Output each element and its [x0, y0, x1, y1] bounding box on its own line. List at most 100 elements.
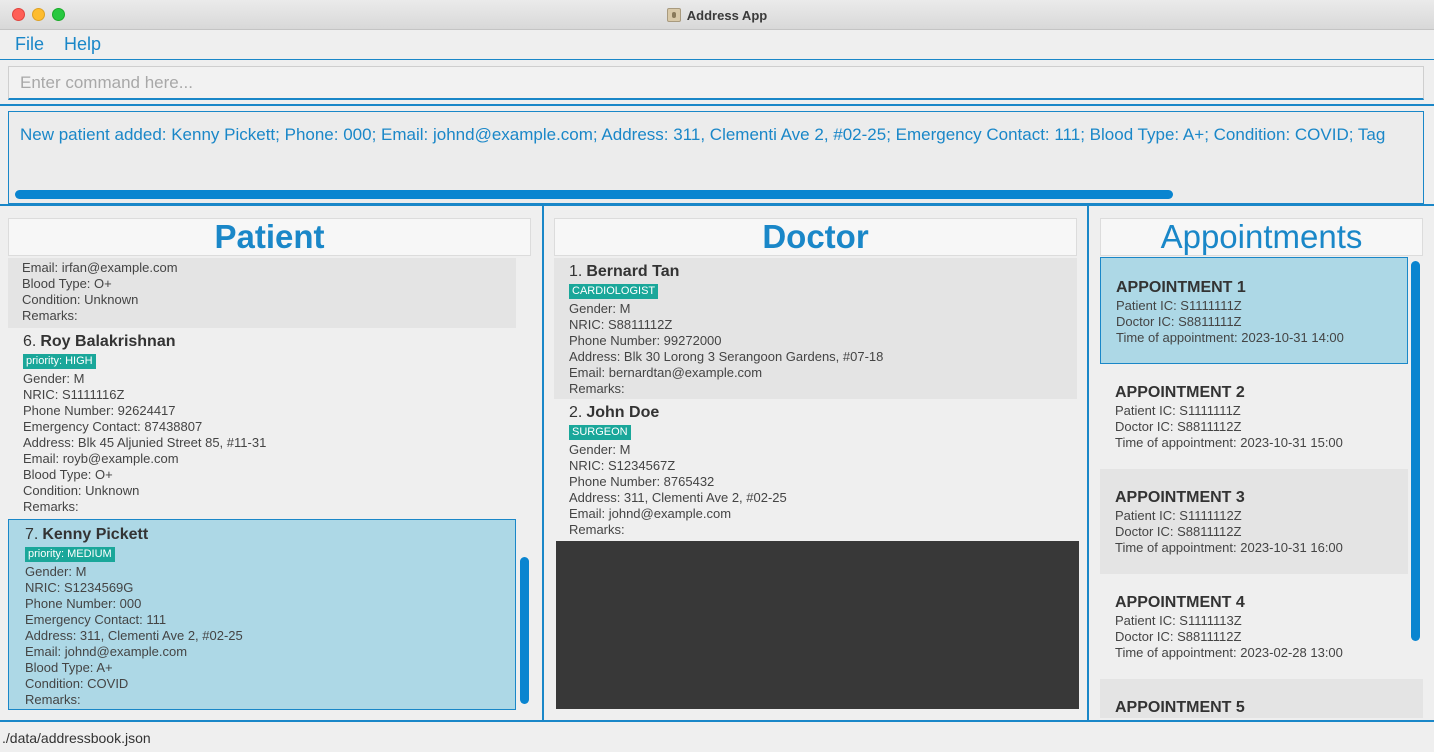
- patient-nric: NRIC: S1234569G: [25, 580, 134, 595]
- patient-phone: Phone Number: 92624417: [23, 403, 176, 418]
- specialty-tag: SURGEON: [569, 425, 631, 440]
- patient-card-partial[interactable]: Email: irfan@example.com Blood Type: O+ …: [8, 258, 516, 328]
- doctor-address: Address: 311, Clementi Ave 2, #02-25: [569, 490, 787, 505]
- appointment-doctor-ic: Doctor IC: S8811112Z: [1115, 629, 1242, 644]
- doctor-address: Address: Blk 30 Lorong 3 Serangoon Garde…: [569, 349, 884, 364]
- window-title: Address App: [686, 7, 768, 23]
- menu-help[interactable]: Help: [64, 34, 101, 55]
- patient-list-scrollbar[interactable]: [520, 557, 529, 704]
- patient-blood-type: Blood Type: A+: [25, 660, 113, 675]
- patient-blood-type: Blood Type: O+: [22, 276, 112, 291]
- doctor-remarks: Remarks:: [569, 522, 625, 537]
- patient-address: Address: 311, Clementi Ave 2, #02-25: [25, 628, 243, 643]
- appointment-card-partial[interactable]: APPOINTMENT 5: [1100, 679, 1423, 718]
- result-display-container: New patient added: Kenny Pickett; Phone:…: [0, 106, 1434, 206]
- doctor-name-line: 2. John Doe: [569, 403, 1077, 423]
- appointment-time: Time of appointment: 2023-10-31 14:00: [1116, 330, 1344, 345]
- menu-file[interactable]: File: [15, 34, 44, 55]
- save-location: ./data/addressbook.json: [2, 730, 151, 746]
- command-input[interactable]: [8, 66, 1424, 100]
- priority-tag: priority: HIGH: [23, 354, 96, 369]
- patient-nric: NRIC: S1111116Z: [23, 387, 125, 402]
- doctor-index: 1.: [569, 263, 583, 280]
- appointment-title: APPOINTMENT 5: [1115, 699, 1245, 716]
- doctor-email: Email: bernardtan@example.com: [569, 365, 763, 380]
- patient-blood-type: Blood Type: O+: [23, 467, 113, 482]
- patient-panel: Patient Email: irfan@example.com Blood T…: [0, 206, 544, 720]
- patient-phone: Phone Number: 000: [25, 596, 142, 611]
- doctor-name: Bernard Tan: [586, 263, 680, 280]
- result-horizontal-scrollbar[interactable]: [15, 190, 1173, 199]
- doctor-email: Email: johnd@example.com: [569, 506, 732, 521]
- status-bar: ./data/addressbook.json: [0, 720, 1434, 752]
- doctor-list-empty-area: [556, 541, 1079, 709]
- patient-index: 7.: [25, 526, 39, 543]
- appointment-card[interactable]: APPOINTMENT 4 Patient IC: S1111113Z Doct…: [1100, 574, 1408, 679]
- appointment-time: Time of appointment: 2023-10-31 15:00: [1115, 435, 1343, 450]
- doctor-name: John Doe: [586, 404, 660, 421]
- patient-panel-header: Patient: [8, 218, 531, 256]
- appointment-card[interactable]: APPOINTMENT 2 Patient IC: S1111111Z Doct…: [1100, 364, 1408, 469]
- patient-card-selected[interactable]: 7. Kenny Pickett priority: MEDIUM Gender:…: [8, 519, 516, 710]
- doctor-card[interactable]: 2. John Doe SURGEON Gender: M NRIC: S1234…: [554, 399, 1077, 541]
- appointment-title: APPOINTMENT 4: [1115, 594, 1245, 611]
- patient-emergency-contact: Emergency Contact: 111: [25, 612, 167, 627]
- patient-index: 6.: [23, 333, 37, 350]
- appointment-patient-ic: Patient IC: S1111112Z: [1115, 508, 1242, 523]
- patient-gender: Gender: M: [25, 564, 87, 579]
- patient-email: Email: johnd@example.com: [25, 644, 188, 659]
- result-display: New patient added: Kenny Pickett; Phone:…: [8, 111, 1424, 204]
- doctor-remarks: Remarks:: [569, 381, 625, 396]
- appointment-list: APPOINTMENT 1 Patient IC: S1111111Z Doct…: [1100, 256, 1425, 718]
- app-icon: [666, 8, 681, 22]
- doctor-list: 1. Bernard Tan CARDIOLOGIST Gender: M NRI…: [554, 258, 1077, 541]
- doctor-phone: Phone Number: 8765432: [569, 474, 715, 489]
- appointment-title: APPOINTMENT 2: [1115, 384, 1245, 401]
- menu-bar: File Help: [0, 30, 1434, 60]
- patient-condition: Condition: Unknown: [23, 483, 140, 498]
- specialty-tag: CARDIOLOGIST: [569, 284, 659, 299]
- doctor-panel: Doctor 1. Bernard Tan CARDIOLOGIST Gender…: [542, 206, 1089, 720]
- patient-name-line: 6. Roy Balakrishnan: [23, 332, 516, 352]
- patient-gender: Gender: M: [23, 371, 85, 386]
- patient-card[interactable]: 6. Roy Balakrishnan priority: HIGH Gender…: [8, 328, 516, 519]
- result-message: New patient added: Kenny Pickett; Phone:…: [20, 125, 1386, 144]
- appointment-card[interactable]: APPOINTMENT 3 Patient IC: S1111112Z Doct…: [1100, 469, 1408, 574]
- patient-remarks: Remarks:: [23, 499, 79, 514]
- doctor-card[interactable]: 1. Bernard Tan CARDIOLOGIST Gender: M NRI…: [554, 258, 1077, 399]
- appointment-panel-header: Appointments: [1100, 218, 1423, 256]
- title-bar: Address App: [0, 0, 1434, 30]
- patient-email: Email: irfan@example.com: [22, 260, 178, 275]
- doctor-panel-header: Doctor: [554, 218, 1077, 256]
- appointment-patient-ic: Patient IC: S1111111Z: [1116, 298, 1242, 313]
- doctor-nric: NRIC: S8811112Z: [569, 317, 673, 332]
- appointment-time: Time of appointment: 2023-02-28 13:00: [1115, 645, 1343, 660]
- doctor-gender: Gender: M: [569, 442, 631, 457]
- patient-remarks: Remarks:: [25, 692, 81, 707]
- doctor-nric: NRIC: S1234567Z: [569, 458, 676, 473]
- patient-emergency-contact: Emergency Contact: 87438807: [23, 419, 203, 434]
- patient-email: Email: royb@example.com: [23, 451, 179, 466]
- appointment-title: APPOINTMENT 1: [1116, 279, 1246, 296]
- patient-remarks: Remarks:: [22, 308, 78, 323]
- appointment-patient-ic: Patient IC: S1111111Z: [1115, 403, 1241, 418]
- doctor-index: 2.: [569, 404, 583, 421]
- doctor-gender: Gender: M: [569, 301, 631, 316]
- appointment-card-selected[interactable]: APPOINTMENT 1 Patient IC: S1111111Z Doct…: [1100, 257, 1408, 364]
- appointment-patient-ic: Patient IC: S1111113Z: [1115, 613, 1242, 628]
- patient-condition: Condition: COVID: [25, 676, 129, 691]
- appointment-doctor-ic: Doctor IC: S8811112Z: [1115, 524, 1242, 539]
- command-box: [0, 60, 1434, 106]
- doctor-name-line: 1. Bernard Tan: [569, 262, 1077, 282]
- patient-name: Roy Balakrishnan: [40, 333, 176, 350]
- appointment-panel: Appointments APPOINTMENT 1 Patient IC: S…: [1087, 206, 1434, 720]
- patient-name: Kenny Pickett: [42, 526, 149, 543]
- patient-address: Address: Blk 45 Aljunied Street 85, #11-…: [23, 435, 267, 450]
- appointment-title: APPOINTMENT 3: [1115, 489, 1245, 506]
- appointment-doctor-ic: Doctor IC: S8811111Z: [1116, 314, 1242, 329]
- appointment-list-scrollbar[interactable]: [1411, 261, 1420, 641]
- appointment-time: Time of appointment: 2023-10-31 16:00: [1115, 540, 1343, 555]
- doctor-phone: Phone Number: 99272000: [569, 333, 722, 348]
- patient-condition: Condition: Unknown: [22, 292, 139, 307]
- appointment-doctor-ic: Doctor IC: S8811112Z: [1115, 419, 1242, 434]
